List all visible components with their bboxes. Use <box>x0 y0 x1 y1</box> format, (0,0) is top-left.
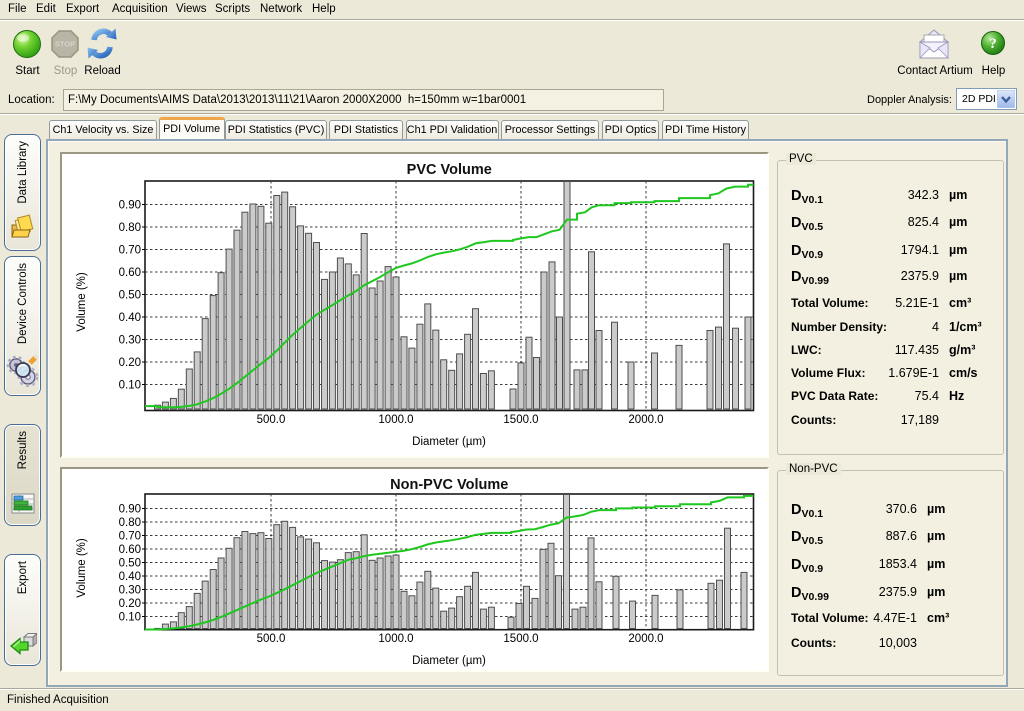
svg-text:?: ? <box>989 36 997 52</box>
svg-text:0.20: 0.20 <box>119 357 141 369</box>
svg-text:0.10: 0.10 <box>119 612 141 624</box>
svg-text:0.80: 0.80 <box>119 222 141 234</box>
svg-text:0.90: 0.90 <box>119 200 141 212</box>
svg-text:2000.0: 2000.0 <box>628 414 663 426</box>
svg-text:Non-PVC Volume: Non-PVC Volume <box>390 477 508 493</box>
svg-text:0.40: 0.40 <box>119 312 141 324</box>
svg-text:0.20: 0.20 <box>119 598 141 610</box>
svg-text:0.50: 0.50 <box>119 558 141 570</box>
svg-text:PVC Volume: PVC Volume <box>407 162 492 178</box>
svg-text:0.90: 0.90 <box>119 504 141 516</box>
svg-text:500.0: 500.0 <box>257 633 286 645</box>
svg-text:0.70: 0.70 <box>119 531 141 543</box>
svg-text:0.10: 0.10 <box>119 380 141 392</box>
svg-text:2000.0: 2000.0 <box>628 633 663 645</box>
svg-text:STOP: STOP <box>55 40 75 49</box>
svg-text:1500.0: 1500.0 <box>503 633 538 645</box>
svg-text:500.0: 500.0 <box>257 414 286 426</box>
svg-text:1500.0: 1500.0 <box>503 414 538 426</box>
svg-text:0.50: 0.50 <box>119 290 141 302</box>
svg-text:1000.0: 1000.0 <box>378 633 413 645</box>
svg-text:0.60: 0.60 <box>119 544 141 556</box>
svg-text:0.80: 0.80 <box>119 517 141 529</box>
svg-text:0.40: 0.40 <box>119 571 141 583</box>
svg-text:1000.0: 1000.0 <box>378 414 413 426</box>
svg-text:0.30: 0.30 <box>119 335 141 347</box>
svg-text:0.30: 0.30 <box>119 585 141 597</box>
svg-text:0.70: 0.70 <box>119 245 141 257</box>
svg-text:0.60: 0.60 <box>119 267 141 279</box>
